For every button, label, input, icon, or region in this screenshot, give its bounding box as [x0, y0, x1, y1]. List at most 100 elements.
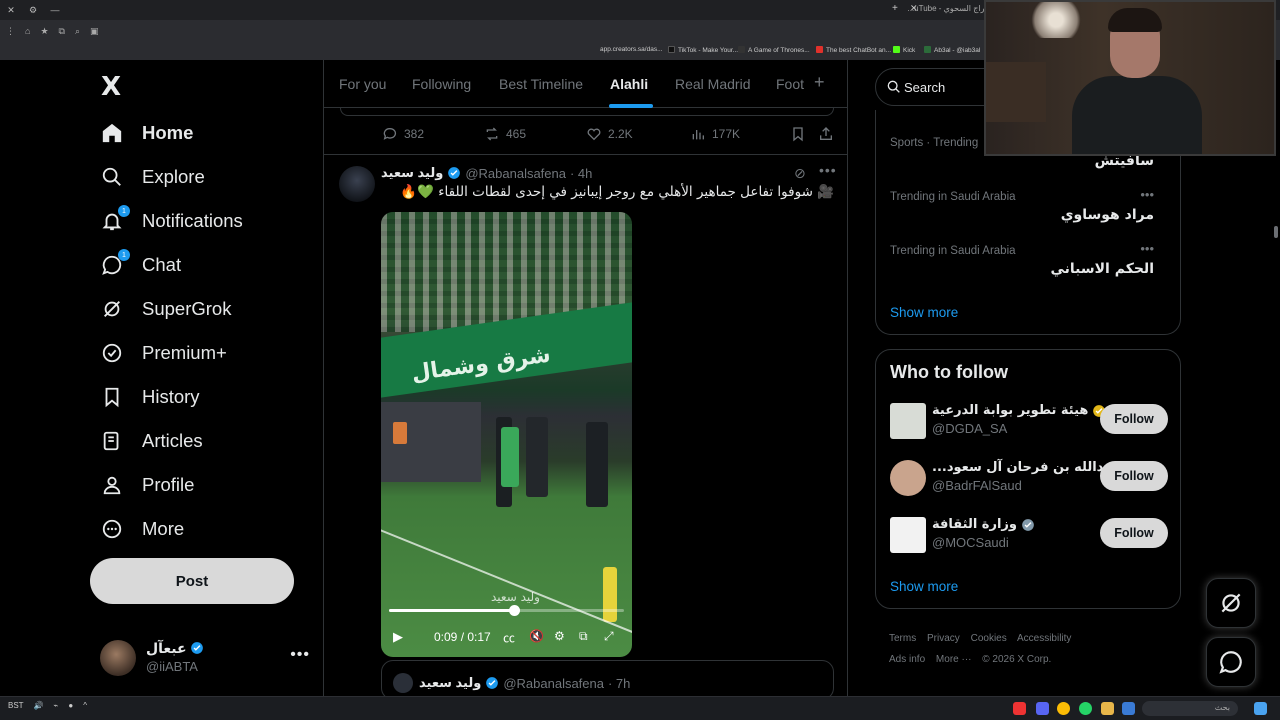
tab-for-you[interactable]: For you [339, 76, 386, 92]
tab-best-timeline[interactable]: Best Timeline [499, 76, 583, 92]
messages-float-button[interactable] [1206, 637, 1256, 687]
tab-real-madrid[interactable]: Real Madrid [675, 76, 750, 92]
nav-profile[interactable]: Profile [100, 469, 194, 501]
bookmark-ab3al[interactable]: Ab3al - @iab3al [924, 46, 980, 54]
bookmark-creators[interactable]: app.creators.sa/das... [600, 46, 663, 53]
search-icon [887, 80, 900, 93]
footer-cookies[interactable]: Cookies [971, 633, 1007, 644]
nav-history[interactable]: History [100, 381, 200, 413]
footer-ads-info[interactable]: Ads info [889, 654, 925, 665]
nav-explore[interactable]: Explore [100, 161, 205, 193]
account-menu-icon[interactable]: ••• [290, 646, 310, 664]
bookmark-chatbot[interactable]: The best ChatBot an... [816, 46, 891, 54]
post-button[interactable]: Post [90, 558, 294, 604]
extension-icon[interactable]: ⌂ [25, 26, 30, 36]
tweet-video[interactable]: شرق وشمال وليد سعيد ▶ 0:09 / 0:17 ㏄ 🔇 ⚙ … [381, 212, 632, 657]
footer-privacy[interactable]: Privacy [927, 633, 960, 644]
follow-suggestion[interactable]: هيئة تطوير بوابة الدرعية @DGDA_SA Follow [890, 402, 1168, 442]
tweet-more-icon[interactable]: ••• [819, 162, 837, 178]
quote-author-name: وليد سعيد [419, 675, 482, 690]
clock[interactable]: BST [8, 701, 24, 710]
quoted-tweet[interactable]: وليد سعيد @Rabanalsafena · 7h [381, 660, 834, 696]
trend-item[interactable]: Trending in Saudi Arabia ••• الحكم الاسب… [890, 241, 1168, 289]
close-window-icon[interactable]: ✕ [0, 5, 22, 16]
folder-icon[interactable] [1101, 702, 1114, 715]
reply-button[interactable]: 382 [382, 126, 424, 142]
whatsapp-icon[interactable] [1079, 702, 1092, 715]
network-icon[interactable]: ⌁ [54, 701, 59, 710]
nav-chat[interactable]: 1 Chat [100, 249, 181, 281]
follow-button[interactable]: Follow [1100, 518, 1168, 548]
trends-show-more-link[interactable]: Show more [890, 305, 958, 320]
tweet-author-name[interactable]: وليد سعيد [381, 165, 443, 181]
taskbar-search[interactable]: بحث [1142, 701, 1238, 716]
bookmark-button[interactable] [790, 126, 806, 142]
volume-icon[interactable]: 🔊 [34, 701, 44, 710]
tab-alahli[interactable]: Alahli [610, 76, 648, 92]
video-progress-bar[interactable] [389, 605, 624, 616]
grok-icon[interactable]: ⊘ [794, 165, 806, 182]
follow-suggestion[interactable]: ...عبدالله بن فرحان آل سعود @BadrFAlSaud… [890, 459, 1168, 499]
mute-icon[interactable]: 🔇 [529, 629, 544, 643]
nav-home[interactable]: Home [100, 117, 193, 149]
menu-icon[interactable]: ⋮ [6, 26, 15, 37]
chrome-icon[interactable] [1057, 702, 1070, 715]
zoom-icon[interactable]: ⌕ [75, 26, 80, 37]
store-icon[interactable] [1122, 702, 1135, 715]
trend-more-icon[interactable]: ••• [1140, 187, 1154, 202]
new-tab-button[interactable]: + [892, 3, 898, 14]
settings-icon[interactable]: ⚙ [554, 629, 565, 643]
follow-suggestion[interactable]: وزارة الثقافة @MOCSaudi Follow [890, 516, 1168, 556]
bookmark-tiktok[interactable]: TikTok - Make Your... [668, 46, 738, 54]
app-icon[interactable] [1013, 702, 1026, 715]
star-icon[interactable]: ★ [40, 26, 48, 37]
nav-supergrok[interactable]: SuperGrok [100, 293, 231, 325]
pip-icon[interactable]: ⧉ [579, 629, 588, 644]
nav-notifications[interactable]: 1 Notifications [100, 205, 243, 237]
grok-icon [1221, 593, 1241, 613]
tweet-avatar[interactable] [339, 166, 375, 202]
video-time: 0:09 / 0:17 [434, 630, 491, 644]
person-icon [100, 473, 124, 497]
settings-icon[interactable]: ⚙ [22, 5, 44, 16]
captions-icon[interactable]: ㏄ [503, 629, 515, 646]
footer-more[interactable]: More ··· [936, 654, 972, 665]
tweet-time[interactable]: · 4h [570, 166, 592, 181]
footer-copyright: © 2026 X Corp. [982, 654, 1052, 665]
fullscreen-icon[interactable]: ⤢ [604, 629, 614, 644]
follow-button[interactable]: Follow [1100, 404, 1168, 434]
like-button[interactable]: 2.2K [586, 126, 633, 142]
trend-item[interactable]: Trending in Saudi Arabia ••• مراد هوساوي [890, 187, 1168, 235]
video-watermark: وليد سعيد [491, 590, 540, 604]
extensions-icon[interactable]: ⧉ [59, 26, 65, 37]
follow-show-more-link[interactable]: Show more [890, 579, 958, 594]
x-logo[interactable]: X [101, 72, 121, 102]
views-button[interactable]: 177K [690, 126, 740, 142]
tab-foot[interactable]: Foot [776, 76, 804, 92]
bookmark-game-of-thrones[interactable]: A Game of Thrones... [738, 46, 810, 54]
nav-more[interactable]: More [100, 513, 184, 545]
nav-premium[interactable]: Premium+ [100, 337, 227, 369]
mic-icon[interactable]: ● [68, 701, 73, 710]
windows-start-icon[interactable] [1254, 702, 1267, 715]
trend-more-icon[interactable]: ••• [1140, 241, 1154, 256]
play-icon[interactable]: ▶ [393, 629, 403, 645]
footer-accessibility[interactable]: Accessibility [1017, 633, 1071, 644]
footer-terms[interactable]: Terms [889, 633, 916, 644]
bookmark-kick[interactable]: Kick [893, 46, 915, 54]
follow-button[interactable]: Follow [1100, 461, 1168, 491]
minimize-icon[interactable]: — [44, 5, 66, 15]
screenshot-icon[interactable]: ▣ [90, 26, 99, 37]
discord-icon[interactable] [1036, 702, 1049, 715]
share-button[interactable] [818, 126, 834, 142]
grok-float-button[interactable] [1206, 578, 1256, 628]
scrollbar-thumb[interactable] [1274, 226, 1278, 238]
account-switcher[interactable]: عبعآل @iiABTA ••• [100, 638, 310, 676]
add-tab-button[interactable]: + [814, 72, 825, 93]
nav-articles[interactable]: Articles [100, 425, 203, 457]
repost-button[interactable]: 465 [484, 126, 526, 142]
video-progress-knob[interactable] [508, 605, 520, 616]
tweet-author-handle[interactable]: @Rabanalsafena [465, 166, 566, 181]
tab-following[interactable]: Following [412, 76, 471, 92]
chevron-up-icon[interactable]: ^ [83, 701, 87, 710]
